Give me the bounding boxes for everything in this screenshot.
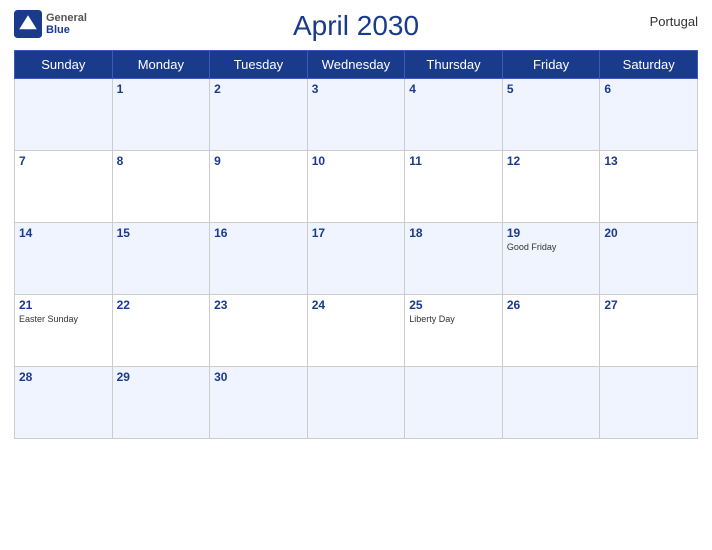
table-row: 15 [112, 223, 210, 295]
day-number: 30 [214, 370, 303, 384]
weekday-header-row: Sunday Monday Tuesday Wednesday Thursday… [15, 51, 698, 79]
table-row: 6 [600, 79, 698, 151]
day-number: 19 [507, 226, 596, 240]
day-number: 3 [312, 82, 401, 96]
day-number: 17 [312, 226, 401, 240]
table-row: 7 [15, 151, 113, 223]
table-row: 12 [502, 151, 600, 223]
table-row [15, 79, 113, 151]
table-row: 24 [307, 295, 405, 367]
header-wednesday: Wednesday [307, 51, 405, 79]
table-row: 3 [307, 79, 405, 151]
table-row: 10 [307, 151, 405, 223]
table-row: 29 [112, 367, 210, 439]
table-row: 27 [600, 295, 698, 367]
day-number: 4 [409, 82, 498, 96]
week-row-4: 21 Easter Sunday 22 23 24 25 Liberty Day 26 27 [15, 295, 698, 367]
day-number: 28 [19, 370, 108, 384]
table-row: 13 [600, 151, 698, 223]
table-row: 9 [210, 151, 308, 223]
holiday-label: Good Friday [507, 242, 596, 253]
logo-text: General Blue [46, 12, 87, 36]
header-tuesday: Tuesday [210, 51, 308, 79]
day-number: 27 [604, 298, 693, 312]
table-row: 4 [405, 79, 503, 151]
day-number: 13 [604, 154, 693, 168]
table-row: 11 [405, 151, 503, 223]
holiday-label: Easter Sunday [19, 314, 108, 325]
day-number: 25 [409, 298, 498, 312]
table-row: 26 [502, 295, 600, 367]
table-row: 20 [600, 223, 698, 295]
day-number: 23 [214, 298, 303, 312]
table-row: 16 [210, 223, 308, 295]
calendar-container: General Blue April 2030 Portugal Sunday … [0, 0, 712, 550]
day-number: 21 [19, 298, 108, 312]
calendar-header: General Blue April 2030 Portugal [14, 10, 698, 42]
day-number: 7 [19, 154, 108, 168]
day-number: 12 [507, 154, 596, 168]
header-friday: Friday [502, 51, 600, 79]
header-sunday: Sunday [15, 51, 113, 79]
logo-blue: Blue [46, 24, 87, 36]
day-number: 16 [214, 226, 303, 240]
header-thursday: Thursday [405, 51, 503, 79]
day-number: 14 [19, 226, 108, 240]
table-row: 5 [502, 79, 600, 151]
calendar-grid: Sunday Monday Tuesday Wednesday Thursday… [14, 50, 698, 439]
table-row: 28 [15, 367, 113, 439]
day-number: 5 [507, 82, 596, 96]
table-row: 8 [112, 151, 210, 223]
day-number: 24 [312, 298, 401, 312]
header-monday: Monday [112, 51, 210, 79]
day-number: 2 [214, 82, 303, 96]
logo-area: General Blue [14, 10, 87, 38]
day-number: 20 [604, 226, 693, 240]
day-number: 1 [117, 82, 206, 96]
table-row: 2 [210, 79, 308, 151]
day-number: 29 [117, 370, 206, 384]
day-number: 18 [409, 226, 498, 240]
day-number: 11 [409, 154, 498, 168]
day-number: 22 [117, 298, 206, 312]
table-row [502, 367, 600, 439]
table-row: 19 Good Friday [502, 223, 600, 295]
day-number: 26 [507, 298, 596, 312]
country-label: Portugal [650, 14, 698, 29]
day-number: 10 [312, 154, 401, 168]
table-row: 25 Liberty Day [405, 295, 503, 367]
day-number: 6 [604, 82, 693, 96]
logo-general: General [46, 12, 87, 24]
week-row-3: 14 15 16 17 18 19 Good Friday 20 [15, 223, 698, 295]
day-number: 8 [117, 154, 206, 168]
table-row: 18 [405, 223, 503, 295]
table-row: 21 Easter Sunday [15, 295, 113, 367]
header-saturday: Saturday [600, 51, 698, 79]
table-row [307, 367, 405, 439]
day-number: 9 [214, 154, 303, 168]
table-row: 30 [210, 367, 308, 439]
generalblue-logo-icon [14, 10, 42, 38]
table-row [405, 367, 503, 439]
table-row: 17 [307, 223, 405, 295]
day-number: 15 [117, 226, 206, 240]
week-row-2: 789 10 11 12 13 [15, 151, 698, 223]
week-row-1: 123456 [15, 79, 698, 151]
calendar-title: April 2030 [293, 10, 419, 42]
table-row [600, 367, 698, 439]
table-row: 1 [112, 79, 210, 151]
table-row: 22 [112, 295, 210, 367]
week-row-5: 28 29 30 [15, 367, 698, 439]
table-row: 23 [210, 295, 308, 367]
table-row: 14 [15, 223, 113, 295]
holiday-label: Liberty Day [409, 314, 498, 325]
